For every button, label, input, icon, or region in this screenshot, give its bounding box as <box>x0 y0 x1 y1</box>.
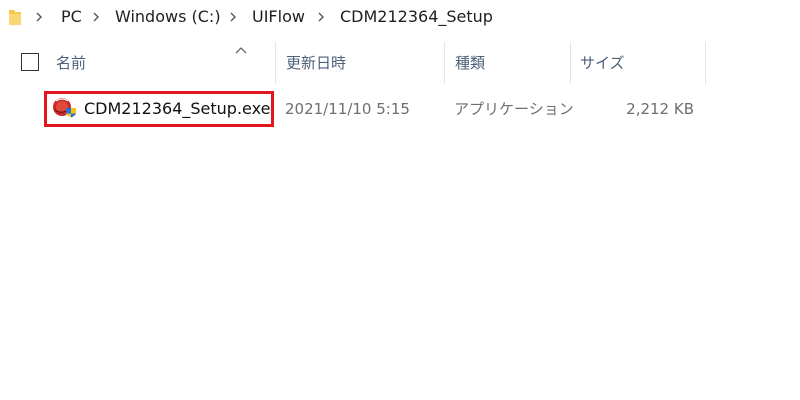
file-date-modified: 2021/11/10 5:15 <box>285 100 410 118</box>
breadcrumb-chevron-icon[interactable] <box>228 8 238 26</box>
breadcrumb-chevron-icon[interactable] <box>91 8 101 26</box>
column-header-date-modified[interactable]: 更新日時 <box>286 52 346 74</box>
highlight-annotation-box <box>44 91 274 127</box>
breadcrumb-chevron-icon[interactable] <box>34 8 44 26</box>
file-explorer-window: PC Windows (C:) UIFlow CDM212364_Setup 名… <box>0 0 800 400</box>
column-divider[interactable] <box>275 42 276 84</box>
file-size: 2,212 KB <box>626 100 694 118</box>
column-header-row <box>0 40 800 84</box>
column-divider[interactable] <box>705 42 706 84</box>
column-divider[interactable] <box>570 42 571 84</box>
breadcrumb-item-uiflow[interactable]: UIFlow <box>252 6 305 28</box>
column-header-name[interactable]: 名前 <box>56 52 86 74</box>
sort-ascending-icon <box>234 40 248 54</box>
folder-icon <box>8 6 22 28</box>
select-all-checkbox[interactable] <box>21 53 39 71</box>
breadcrumb-item-drive[interactable]: Windows (C:) <box>115 6 221 28</box>
address-bar[interactable]: PC Windows (C:) UIFlow CDM212364_Setup <box>0 0 800 34</box>
file-type: アプリケーション <box>454 100 574 118</box>
column-header-type[interactable]: 種類 <box>455 52 485 74</box>
column-header-size[interactable]: サイズ <box>580 52 625 74</box>
column-divider[interactable] <box>444 42 445 84</box>
breadcrumb-item-current-folder[interactable]: CDM212364_Setup <box>340 6 493 28</box>
breadcrumb-item-pc[interactable]: PC <box>61 6 82 28</box>
breadcrumb-chevron-icon[interactable] <box>316 8 326 26</box>
